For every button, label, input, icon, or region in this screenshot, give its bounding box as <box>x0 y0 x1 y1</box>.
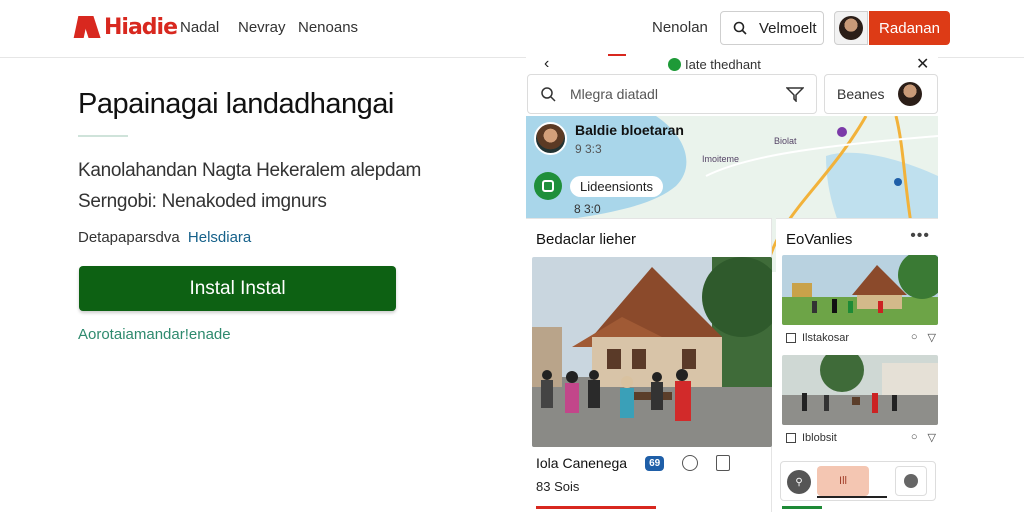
app-preview: ‹ Iate thedhant ✕ Mlegra diatadl Beanes … <box>526 54 938 512</box>
feed-main-caption: Iola Canenega <box>536 455 628 471</box>
place-card-1[interactable]: Baldie bloetaran 9 3:3 <box>534 122 684 156</box>
app-header-title-text: Iate thedhant <box>685 57 761 72</box>
meta-label: Detapaparsdva <box>78 229 180 246</box>
search-button-label: Velmoelt <box>759 19 817 37</box>
thumb2-caption: Iblobsit <box>802 431 837 444</box>
feed-side-thumb-2[interactable] <box>782 355 938 425</box>
back-icon[interactable]: ‹ <box>544 55 549 73</box>
nav-link-3[interactable]: Nenoans <box>298 19 358 36</box>
profile-icon <box>904 474 918 488</box>
user-chip[interactable]: Beanes <box>824 74 938 114</box>
bookmark-icon[interactable] <box>716 455 731 471</box>
feed-main-caption-row: Iola Canenega 69 <box>536 455 731 471</box>
place-sub-2: 8 3:0 <box>574 202 601 216</box>
map-search-placeholder: Mlegra diatadl <box>570 86 658 102</box>
comment-icon[interactable] <box>682 455 699 471</box>
place-card-2[interactable]: Lideensionts <box>534 172 663 200</box>
location-pin-icon <box>668 58 681 71</box>
map-search-input[interactable]: Mlegra diatadl <box>527 74 817 114</box>
heart-icon[interactable]: ▽ <box>928 431 936 444</box>
feed-main-photo[interactable] <box>532 257 772 447</box>
top-nav: Hiadie Nadal Nevray Nenoans Nenolan Velm… <box>0 0 1024 58</box>
feed-side-caption-1: Ilstakosar ○ ▽ <box>786 331 936 344</box>
comment-icon[interactable]: ○ <box>911 331 918 344</box>
search-button[interactable]: Velmoelt <box>720 11 824 45</box>
filter-icon[interactable] <box>786 86 804 102</box>
feed-side-thumb-1[interactable] <box>782 255 938 325</box>
nav-link-2[interactable]: Nevray <box>238 19 286 36</box>
place-avatar <box>534 122 567 155</box>
install-button[interactable]: Instal Instal <box>79 266 396 311</box>
page-title: Papainagai landadhangai <box>78 88 394 120</box>
map-label-2: Imoiteme <box>702 154 740 164</box>
feed-side: EoVanlies ••• Ilstakosar ○ ▽ Iblobsit ○ … <box>776 218 938 512</box>
bottom-mid-button[interactable]: Ill <box>817 466 869 496</box>
title-divider <box>78 135 128 137</box>
place-name-2: Lideensionts <box>570 175 663 197</box>
active-tab-marker <box>608 54 626 56</box>
thumb1-caption: Ilstakosar <box>802 331 850 344</box>
comment-icon[interactable]: ○ <box>911 431 918 444</box>
hero-description: Kanolahandan Nagta Hekeralem alepdam Ser… <box>78 155 421 217</box>
hero-meta: Detapaparsdva Helsdiara <box>78 229 251 246</box>
brand-logo[interactable]: Hiadie <box>73 14 178 40</box>
app-header: ‹ Iate thedhant ✕ <box>526 54 938 76</box>
feed-main-count: 83 Sois <box>536 479 580 494</box>
feed-main-badge: 69 <box>645 455 665 471</box>
bottom-indicator <box>817 496 887 498</box>
more-icon[interactable]: ••• <box>910 227 930 245</box>
bookmark-icon[interactable] <box>786 332 796 343</box>
nav-link-right[interactable]: Nenolan <box>652 19 708 36</box>
cta-button[interactable]: Radanan <box>869 11 950 45</box>
brand-name: Hiadie <box>104 14 178 40</box>
bike-icon[interactable]: ⚲ <box>787 470 811 494</box>
profile-button[interactable] <box>895 466 927 496</box>
feed-side-caption-2: Iblobsit ○ ▽ <box>786 431 936 444</box>
secondary-link[interactable]: Aorotaiamandar!enade <box>78 326 231 343</box>
user-chip-label: Beanes <box>837 86 885 102</box>
location-pin-icon <box>534 172 562 200</box>
user-avatar[interactable] <box>834 11 868 45</box>
nav-link-1[interactable]: Nadal <box>180 19 219 36</box>
heart-icon[interactable]: ▽ <box>928 331 936 344</box>
user-avatar-small <box>898 82 923 106</box>
map-label-1: Biolat <box>774 136 797 146</box>
feed-main-title: Bedaclar lieher <box>536 231 637 248</box>
search-icon <box>733 21 747 35</box>
close-icon[interactable]: ✕ <box>916 54 929 74</box>
meta-link[interactable]: Helsdiara <box>188 229 251 246</box>
logo-icon <box>73 14 101 40</box>
search-icon <box>541 87 556 102</box>
feed-side-title: EoVanlies <box>786 231 853 248</box>
hero-desc-line1: Kanolahandan Nagta Hekeralem alepdam <box>78 160 422 181</box>
app-header-title: Iate thedhant <box>668 57 761 72</box>
feed-main: Bedaclar lieher Iola Canenega 69 83 Sois <box>526 218 772 512</box>
bookmark-icon[interactable] <box>786 432 796 443</box>
place-name-1: Baldie bloetaran <box>575 122 684 138</box>
bottom-action-bar: ⚲ Ill <box>780 461 936 501</box>
bottom-strip <box>536 506 822 509</box>
place-sub-1: 9 3:3 <box>575 142 602 156</box>
hero-desc-line2: Serngobi: Nenakoded imgnurs <box>78 191 327 212</box>
